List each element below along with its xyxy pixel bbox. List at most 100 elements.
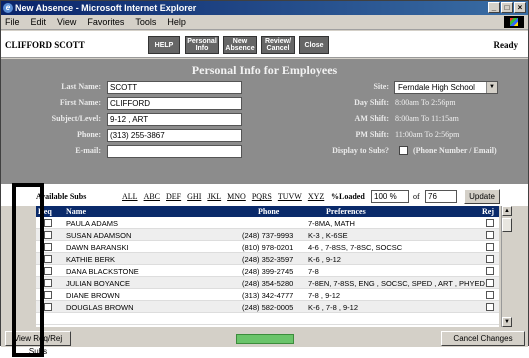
scroll-down-icon[interactable]: ▼: [502, 317, 512, 327]
row-preferences: 7-8 , 9-12: [308, 291, 341, 300]
phone-field[interactable]: (313) 255-3867: [107, 129, 242, 142]
filter-ghi-link[interactable]: GHI: [187, 192, 201, 201]
row-phone: (248) 354-5280: [242, 279, 294, 288]
menu-help[interactable]: Help: [167, 17, 186, 27]
subject-level-field[interactable]: 9-12 , ART: [107, 113, 242, 126]
menu-favorites[interactable]: Favorites: [87, 17, 124, 27]
menu-file[interactable]: File: [5, 17, 20, 27]
phone-label: Phone:: [77, 130, 101, 139]
col-req[interactable]: Req: [38, 207, 52, 216]
filter-jkl-link[interactable]: JKL: [207, 192, 221, 201]
view-req-rej-subs-button[interactable]: View Req/Rej Subs: [5, 331, 71, 356]
update-button[interactable]: Update: [464, 189, 500, 204]
req-checkbox[interactable]: [44, 279, 52, 287]
req-checkbox[interactable]: [44, 303, 52, 311]
subject-level-label: Subject/Level:: [51, 114, 101, 123]
rej-checkbox[interactable]: [486, 255, 494, 263]
first-name-field[interactable]: CLIFFORD: [107, 97, 242, 110]
letter-filter: ALL ABC DEF GHI JKL MNO PQRS TUVW XYZ: [122, 192, 324, 201]
title-bar: e New Absence - Microsoft Internet Explo…: [1, 1, 528, 15]
req-checkbox[interactable]: [44, 231, 52, 239]
scroll-thumb[interactable]: [502, 218, 512, 232]
col-phone[interactable]: Phone: [258, 207, 279, 216]
of-label: of: [413, 192, 420, 201]
table-row[interactable]: JULIAN BOYANCE (248) 354-5280 7-8EN, 7-8…: [36, 277, 499, 289]
status-text: Ready: [493, 40, 519, 50]
scroll-up-icon[interactable]: ▲: [502, 206, 512, 216]
chevron-down-icon[interactable]: ▼: [486, 82, 497, 93]
close-icon[interactable]: ×: [514, 2, 526, 13]
row-preferences: 7-8: [308, 267, 319, 276]
maximize-icon[interactable]: □: [501, 2, 513, 13]
row-preferences: K-6 , 9-12: [308, 255, 341, 264]
filter-abc-link[interactable]: ABC: [144, 192, 160, 201]
req-checkbox[interactable]: [44, 267, 52, 275]
minimize-icon[interactable]: _: [488, 2, 500, 13]
table-row[interactable]: DANA BLACKSTONE (248) 399-2745 7-8: [36, 265, 499, 277]
col-preferences[interactable]: Preferences: [326, 207, 366, 216]
row-preferences: K-6 , 7-8 , 9-12: [308, 303, 359, 312]
row-name: DAWN BARANSKI: [66, 243, 129, 252]
table-row[interactable]: [36, 313, 499, 325]
new-absence-button[interactable]: New Absence: [223, 36, 257, 54]
row-name: DIANE BROWN: [66, 291, 120, 300]
row-phone: (248) 399-2745: [242, 267, 294, 276]
filter-def-link[interactable]: DEF: [166, 192, 181, 201]
app-toolbar: CLIFFORD SCOTT HELP Personal Info New Ab…: [1, 31, 528, 58]
row-name: SUSAN ADAMSON: [66, 231, 132, 240]
table-row[interactable]: KATHIE BERK (248) 352-3597 K-6 , 9-12: [36, 253, 499, 265]
loaded-percent-field[interactable]: 100 %: [371, 190, 409, 203]
menu-edit[interactable]: Edit: [31, 17, 47, 27]
email-field[interactable]: [107, 145, 242, 158]
review-cancel-button[interactable]: Review/ Cancel: [261, 36, 295, 54]
last-name-field[interactable]: SCOTT: [107, 81, 242, 94]
am-shift-value: 8:00am To 11:15am: [395, 114, 459, 123]
req-checkbox[interactable]: [44, 255, 52, 263]
req-checkbox[interactable]: [44, 243, 52, 251]
col-rej[interactable]: Rej: [482, 207, 494, 216]
req-checkbox[interactable]: [44, 291, 52, 299]
rej-checkbox[interactable]: [486, 243, 494, 251]
filter-tuvw-link[interactable]: TUVW: [278, 192, 302, 201]
subs-table-header: Req Name Phone Preferences Rej: [36, 206, 499, 217]
filter-all-link[interactable]: ALL: [122, 192, 138, 201]
rej-checkbox[interactable]: [486, 219, 494, 227]
row-name: DANA BLACKSTONE: [66, 267, 139, 276]
filter-xyz-link[interactable]: XYZ: [308, 192, 324, 201]
table-row[interactable]: PAULA ADAMS 7-8MA, MATH: [36, 217, 499, 229]
ie-logo-icon: e: [3, 3, 13, 13]
rej-checkbox[interactable]: [486, 279, 494, 287]
table-row[interactable]: DIANE BROWN (313) 342-4777 7-8 , 9-12: [36, 289, 499, 301]
display-to-subs-checkbox[interactable]: [399, 146, 408, 155]
rej-checkbox[interactable]: [486, 231, 494, 239]
col-name[interactable]: Name: [66, 207, 86, 216]
filter-mno-link[interactable]: MNO: [227, 192, 246, 201]
row-preferences: 4-6 , 7-8SS, 7-8SC, SOCSC: [308, 243, 403, 252]
menu-view[interactable]: View: [57, 17, 76, 27]
rej-checkbox[interactable]: [486, 291, 494, 299]
personal-info-button[interactable]: Personal Info: [185, 36, 219, 54]
cancel-changes-button[interactable]: Cancel Changes: [441, 331, 525, 346]
rej-checkbox[interactable]: [486, 303, 494, 311]
row-phone: (248) 352-3597: [242, 255, 294, 264]
first-name-label: First Name:: [59, 98, 101, 107]
day-shift-label: Day Shift:: [354, 98, 389, 107]
windows-logo-icon: [504, 16, 524, 28]
close-button[interactable]: Close: [299, 36, 329, 54]
am-shift-label: AM Shift:: [354, 114, 389, 123]
table-row[interactable]: DOUGLAS BROWN (248) 582-0005 K-6 , 7-8 ,…: [36, 301, 499, 313]
rej-checkbox[interactable]: [486, 267, 494, 275]
filter-pqrs-link[interactable]: PQRS: [252, 192, 272, 201]
table-scrollbar[interactable]: ▲ ▼: [501, 206, 512, 327]
pm-shift-value: 11:00am To 2:56pm: [395, 130, 460, 139]
total-count-field[interactable]: 76: [425, 190, 457, 203]
menu-tools[interactable]: Tools: [135, 17, 156, 27]
row-name: PAULA ADAMS: [66, 219, 118, 228]
site-selected-value: Ferndale High School: [398, 83, 475, 92]
site-select[interactable]: Ferndale High School ▼: [394, 81, 498, 94]
table-row[interactable]: DAWN BARANSKI (810) 978-0201 4-6 , 7-8SS…: [36, 241, 499, 253]
help-button[interactable]: HELP: [148, 36, 180, 54]
req-checkbox[interactable]: [44, 219, 52, 227]
panel-title: Personal Info for Employees: [191, 63, 338, 77]
table-row[interactable]: SUSAN ADAMSON (248) 737-9993 K-3 , K-6SE: [36, 229, 499, 241]
